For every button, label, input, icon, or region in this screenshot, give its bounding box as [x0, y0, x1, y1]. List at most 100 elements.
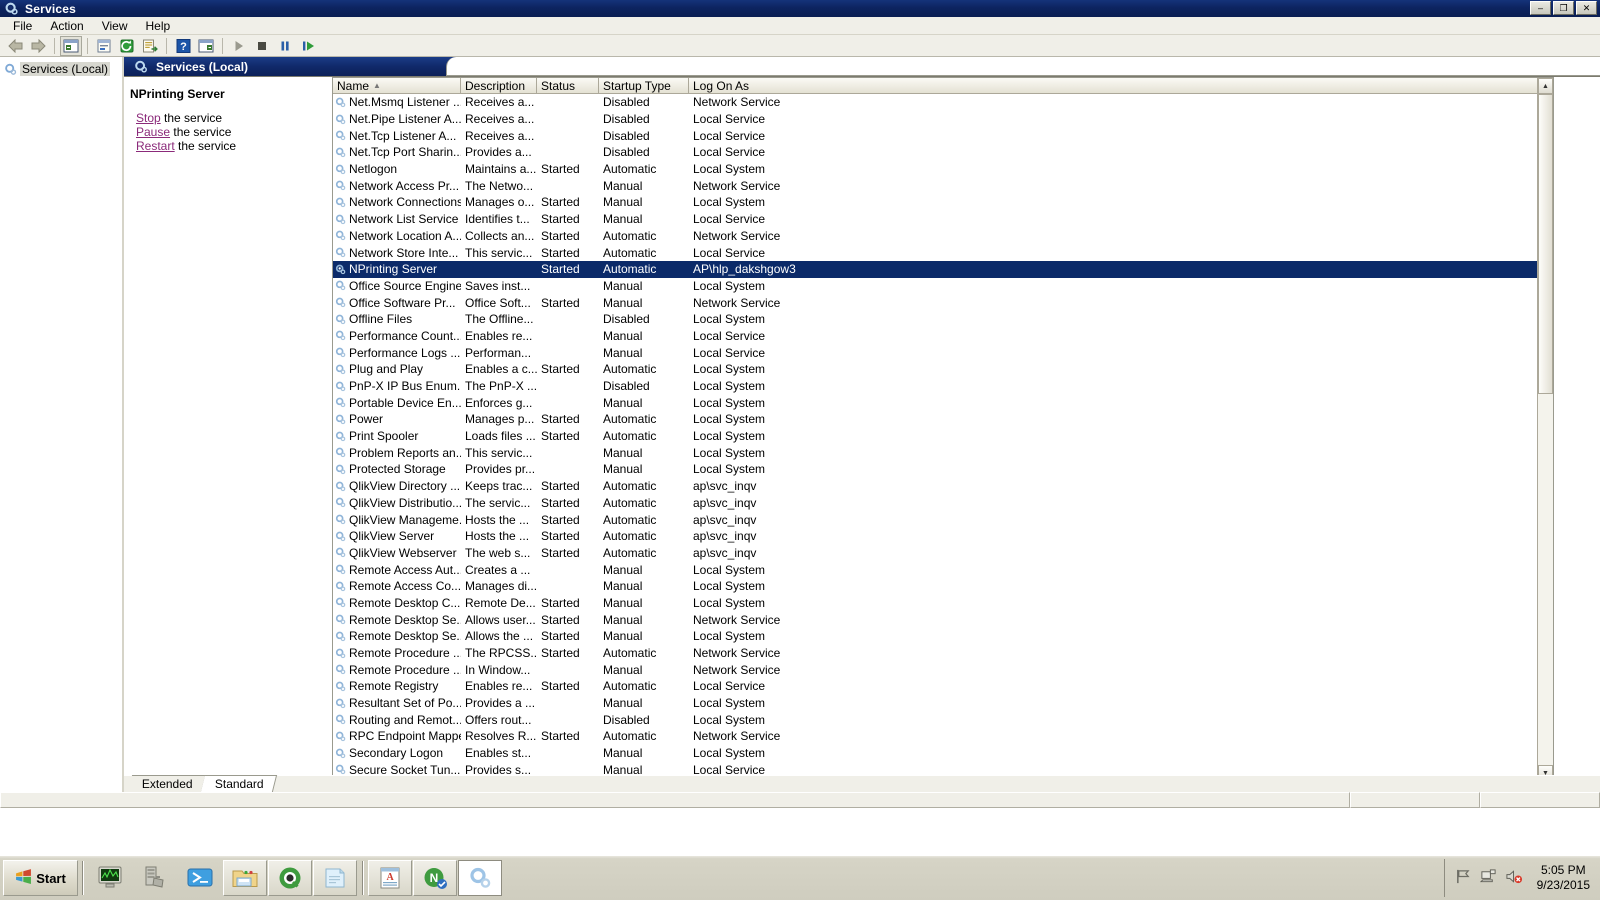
table-row[interactable]: Remote Registry Enables re... Started Autom…: [333, 678, 1553, 695]
column-header-name[interactable]: Name ▲: [333, 78, 461, 93]
table-row[interactable]: Net.Tcp Listener A... Receives a... Disabl…: [333, 127, 1553, 144]
table-row[interactable]: Net.Msmq Listener ... Receives a... Disabl…: [333, 94, 1553, 111]
start-service-icon[interactable]: [228, 36, 250, 56]
tab-standard[interactable]: Standard: [200, 775, 277, 792]
show-hide-console-tree-icon[interactable]: [60, 35, 82, 56]
pause-service-icon[interactable]: [274, 36, 296, 56]
taskbar-qlikview-icon[interactable]: [268, 860, 312, 896]
table-row[interactable]: QlikView Webserver The web s... Started Aut…: [333, 545, 1553, 562]
table-row[interactable]: Plug and Play Enables a c... Started Automa…: [333, 361, 1553, 378]
service-name-label: Remote Procedure ...: [349, 662, 461, 677]
taskbar-services-icon[interactable]: [458, 860, 502, 896]
table-row[interactable]: Remote Procedure ... In Window... Manual Ne…: [333, 661, 1553, 678]
table-row[interactable]: Portable Device En... Enforces g... Manual…: [333, 394, 1553, 411]
table-row[interactable]: PnP-X IP Bus Enum... The PnP-X ... Disable…: [333, 378, 1553, 395]
table-row[interactable]: Resultant Set of Po... Provides a ... Manu…: [333, 695, 1553, 712]
table-row[interactable]: Problem Reports an... This servic... Manua…: [333, 444, 1553, 461]
table-row[interactable]: Network Location A... Collects an... Start…: [333, 228, 1553, 245]
pause-the-service-link[interactable]: Pause: [136, 125, 170, 139]
table-row[interactable]: Print Spooler Loads files ... Started Autom…: [333, 428, 1553, 445]
taskbar-windows-explorer-icon[interactable]: [223, 860, 267, 896]
close-button[interactable]: ✕: [1576, 1, 1597, 15]
taskbar-task-manager-icon[interactable]: [88, 860, 132, 896]
cell-service-name: Net.Tcp Port Sharin...: [333, 145, 461, 159]
menu-action[interactable]: Action: [41, 17, 92, 35]
table-row[interactable]: Net.Tcp Port Sharin... Provides a... Disab…: [333, 144, 1553, 161]
cell-startup-type: Manual: [603, 395, 643, 410]
scroll-up-arrow-icon[interactable]: ▲: [1538, 78, 1553, 94]
stop-service-icon[interactable]: [251, 36, 273, 56]
start-button[interactable]: Start: [3, 860, 78, 896]
service-gear-icon: [335, 481, 346, 492]
column-header-description[interactable]: Description: [461, 78, 537, 93]
cell-log-on-as: Local System: [693, 429, 766, 444]
table-row[interactable]: Remote Desktop Se... Allows the ... Starte…: [333, 628, 1553, 645]
service-name-label: NPrinting Server: [349, 262, 438, 277]
table-row[interactable]: RPC Endpoint Mapper Resolves R... Started A…: [333, 728, 1553, 745]
table-row[interactable]: Performance Logs ... Performan... Manual Lo…: [333, 344, 1553, 361]
service-name-label: Network Store Inte...: [349, 245, 459, 260]
table-row[interactable]: Performance Count... Enables re... Manual L…: [333, 328, 1553, 345]
table-row[interactable]: QlikView Directory ... Keeps trac... Start…: [333, 478, 1553, 495]
table-row[interactable]: Network Connections Manages o... Started Ma…: [333, 194, 1553, 211]
list-vertical-scrollbar[interactable]: ▲ ▼: [1537, 78, 1553, 781]
stop-the-service-link[interactable]: Stop: [136, 111, 161, 125]
minimize-button[interactable]: –: [1530, 1, 1551, 15]
scrollbar-thumb[interactable]: [1538, 94, 1553, 394]
help-icon[interactable]: ?: [172, 36, 194, 56]
back-icon[interactable]: [4, 36, 26, 56]
tab-extended[interactable]: Extended: [127, 775, 206, 792]
column-header-log-on-as[interactable]: Log On As: [689, 78, 1553, 93]
taskbar-wordpad-icon[interactable]: A: [368, 860, 412, 896]
restart-service-icon[interactable]: [297, 36, 319, 56]
refresh-icon[interactable]: [116, 36, 138, 56]
table-row[interactable]: Remote Access Aut... Creates a ... Manual L…: [333, 561, 1553, 578]
volume-muted-icon[interactable]: [1505, 868, 1523, 888]
column-header-status[interactable]: Status: [537, 78, 599, 93]
table-row[interactable]: Office Source Engine Saves inst... Manual L…: [333, 278, 1553, 295]
scrollbar-track[interactable]: [1538, 94, 1553, 765]
table-row[interactable]: Power Manages p... Started Automatic Local S…: [333, 411, 1553, 428]
taskbar-notepad-icon[interactable]: [313, 860, 357, 896]
table-row[interactable]: Network List Service Identifies t... Start…: [333, 211, 1553, 228]
cell-startup-type: Manual: [603, 445, 643, 460]
menu-file[interactable]: File: [4, 17, 41, 35]
restart-the-service-link[interactable]: Restart: [136, 139, 175, 153]
table-row[interactable]: QlikView Server Hosts the ... Started Autom…: [333, 528, 1553, 545]
taskbar-powershell-icon[interactable]: [178, 860, 222, 896]
cell-service-name: Plug and Play: [333, 362, 461, 376]
table-row[interactable]: Routing and Remot... Offers rout... Disabl…: [333, 711, 1553, 728]
properties-icon[interactable]: [93, 36, 115, 56]
action-center-flag-icon[interactable]: [1455, 868, 1472, 888]
clock[interactable]: 5:05 PM 9/23/2015: [1537, 863, 1596, 893]
maximize-button[interactable]: ❐: [1553, 1, 1574, 15]
forward-icon[interactable]: [27, 36, 49, 56]
taskbar-nprinting-icon[interactable]: N: [413, 860, 457, 896]
table-row[interactable]: Remote Desktop C... Remote De... Started Ma…: [333, 595, 1553, 612]
service-gear-icon: [335, 464, 346, 475]
table-row[interactable]: Network Access Pr... The Netwo... Manual Ne…: [333, 177, 1553, 194]
table-row[interactable]: Remote Access Co... Manages di... Manual Lo…: [333, 578, 1553, 595]
table-row[interactable]: Network Store Inte... This servic... Start…: [333, 244, 1553, 261]
table-row[interactable]: Remote Desktop Se... Allows user... Starte…: [333, 611, 1553, 628]
column-header-startup-type[interactable]: Startup Type: [599, 78, 689, 93]
table-row[interactable]: Secondary Logon Enables st... Manual Local …: [333, 745, 1553, 762]
network-icon[interactable]: [1479, 868, 1497, 888]
table-row-selected[interactable]: NPrinting Server Started Automatic AP\hlp_d…: [333, 260, 1553, 278]
cell-startup-type: Automatic: [603, 646, 657, 661]
tree-item-services-local[interactable]: Services (Local): [2, 61, 120, 77]
menu-help[interactable]: Help: [137, 17, 180, 35]
taskbar-server-manager-icon[interactable]: [133, 860, 177, 896]
service-name-label: Problem Reports an...: [349, 445, 461, 460]
table-row[interactable]: QlikView Manageme... Hosts the ... Started…: [333, 511, 1553, 528]
table-row[interactable]: Netlogon Maintains a... Started Automatic Lo…: [333, 161, 1553, 178]
table-row[interactable]: Protected Storage Provides pr... Manual Loc…: [333, 461, 1553, 478]
table-row[interactable]: Office Software Pr... Office Soft... Start…: [333, 294, 1553, 311]
show-hide-action-pane-icon[interactable]: [195, 36, 217, 56]
export-list-icon[interactable]: [139, 36, 161, 56]
table-row[interactable]: Net.Pipe Listener A... Receives a... Disab…: [333, 111, 1553, 128]
table-row[interactable]: Offline Files The Offline... Disabled Local…: [333, 311, 1553, 328]
table-row[interactable]: QlikView Distributio... The servic... Star…: [333, 495, 1553, 512]
table-row[interactable]: Remote Procedure ... The RPCSS... Started A…: [333, 645, 1553, 662]
menu-view[interactable]: View: [93, 17, 137, 35]
